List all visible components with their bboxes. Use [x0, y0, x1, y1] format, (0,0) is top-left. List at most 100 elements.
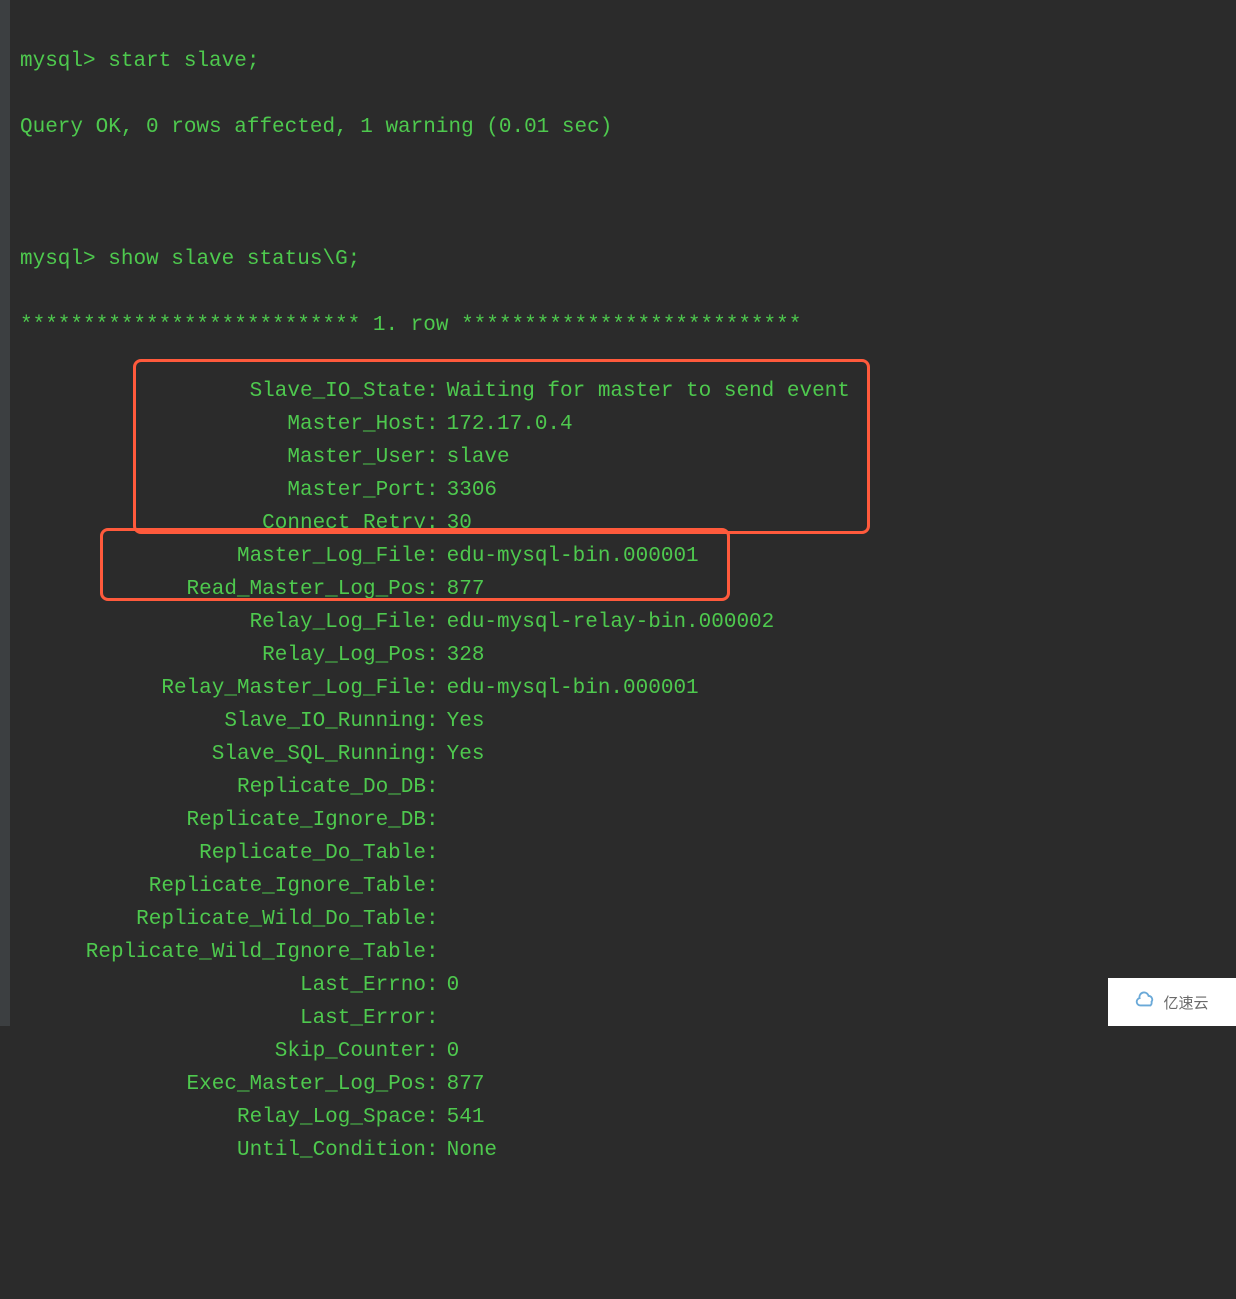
colon-separator: :: [426, 771, 439, 804]
status-label: Until_Condition: [20, 1134, 426, 1167]
status-row: Slave_IO_Running:Yes: [20, 705, 1236, 738]
status-value: Yes: [439, 738, 485, 771]
status-value: Yes: [439, 705, 485, 738]
status-label: Relay_Master_Log_File: [20, 672, 426, 705]
status-value: 3306: [439, 474, 497, 507]
status-value: 541: [439, 1101, 485, 1134]
status-row: Last_Errno:0: [20, 969, 1236, 1002]
status-label: Read_Master_Log_Pos: [20, 573, 426, 606]
status-value: 30: [439, 507, 472, 540]
status-row: Replicate_Ignore_DB:: [20, 804, 1236, 837]
status-row: Master_Port:3306: [20, 474, 1236, 507]
status-label: Last_Errno: [20, 969, 426, 1002]
status-label: Slave_SQL_Running: [20, 738, 426, 771]
status-row: Replicate_Do_Table:: [20, 837, 1236, 870]
status-label: Replicate_Do_Table: [20, 837, 426, 870]
status-row: Relay_Log_Space:541: [20, 1101, 1236, 1134]
status-row: Master_Host:172.17.0.4: [20, 408, 1236, 441]
colon-separator: :: [426, 1002, 439, 1035]
status-value: edu-mysql-relay-bin.000002: [439, 606, 775, 639]
colon-separator: :: [426, 738, 439, 771]
status-row: Read_Master_Log_Pos:877: [20, 573, 1236, 606]
status-label: Exec_Master_Log_Pos: [20, 1068, 426, 1101]
colon-separator: :: [426, 705, 439, 738]
command-show-slave-status: show slave status\G;: [108, 248, 360, 271]
status-label: Relay_Log_Pos: [20, 639, 426, 672]
row-separator: *************************** 1. row *****…: [20, 309, 1236, 342]
colon-separator: :: [426, 540, 439, 573]
status-value: 328: [439, 639, 485, 672]
blank-line: [20, 177, 1236, 210]
colon-separator: :: [426, 408, 439, 441]
colon-separator: :: [426, 474, 439, 507]
colon-separator: :: [426, 1101, 439, 1134]
colon-separator: :: [426, 672, 439, 705]
mysql-prompt: mysql>: [20, 50, 96, 73]
status-value: edu-mysql-bin.000001: [439, 540, 699, 573]
status-label: Slave_IO_Running: [20, 705, 426, 738]
status-value: None: [439, 1134, 497, 1167]
prompt-line-1: mysql> start slave;: [20, 45, 1236, 78]
status-value: edu-mysql-bin.000001: [439, 672, 699, 705]
status-label: Relay_Log_File: [20, 606, 426, 639]
status-row: Slave_SQL_Running:Yes: [20, 738, 1236, 771]
status-label: Replicate_Ignore_DB: [20, 804, 426, 837]
watermark-text: 亿速云: [1163, 992, 1208, 1013]
status-field-list: Slave_IO_State:Waiting for master to sen…: [20, 375, 1236, 1167]
status-value: 877: [439, 1068, 485, 1101]
status-row: Slave_IO_State:Waiting for master to sen…: [20, 375, 1236, 408]
colon-separator: :: [426, 639, 439, 672]
status-row: Relay_Master_Log_File:edu-mysql-bin.0000…: [20, 672, 1236, 705]
status-label: Slave_IO_State: [20, 375, 426, 408]
colon-separator: :: [426, 870, 439, 903]
status-label: Connect_Retry: [20, 507, 426, 540]
status-label: Master_Host: [20, 408, 426, 441]
status-value: 0: [439, 1035, 460, 1068]
colon-separator: :: [426, 441, 439, 474]
colon-separator: :: [426, 1134, 439, 1167]
colon-separator: :: [426, 606, 439, 639]
status-value: 0: [439, 969, 460, 1002]
colon-separator: :: [426, 936, 439, 969]
status-row: Exec_Master_Log_Pos:877: [20, 1068, 1236, 1101]
watermark-badge: 亿速云: [1108, 978, 1236, 1026]
command-start-slave: start slave;: [108, 50, 259, 73]
status-label: Master_Log_File: [20, 540, 426, 573]
colon-separator: :: [426, 573, 439, 606]
status-label: Relay_Log_Space: [20, 1101, 426, 1134]
colon-separator: :: [426, 375, 439, 408]
mysql-prompt: mysql>: [20, 248, 96, 271]
cloud-icon: [1135, 989, 1157, 1015]
status-label: Replicate_Do_DB: [20, 771, 426, 804]
colon-separator: :: [426, 969, 439, 1002]
colon-separator: :: [426, 1035, 439, 1068]
status-row: Relay_Log_Pos:328: [20, 639, 1236, 672]
status-row: Replicate_Do_DB:: [20, 771, 1236, 804]
status-row: Connect_Retry:30: [20, 507, 1236, 540]
query-result-1: Query OK, 0 rows affected, 1 warning (0.…: [20, 111, 1236, 144]
colon-separator: :: [426, 507, 439, 540]
status-value: 172.17.0.4: [439, 408, 573, 441]
status-row: Skip_Counter:0: [20, 1035, 1236, 1068]
status-row: Relay_Log_File:edu-mysql-relay-bin.00000…: [20, 606, 1236, 639]
colon-separator: :: [426, 903, 439, 936]
prompt-line-2: mysql> show slave status\G;: [20, 243, 1236, 276]
status-row: Master_Log_File:edu-mysql-bin.000001: [20, 540, 1236, 573]
status-row: Until_Condition:None: [20, 1134, 1236, 1167]
status-label: Last_Error: [20, 1002, 426, 1035]
status-row: Last_Error:: [20, 1002, 1236, 1035]
colon-separator: :: [426, 1068, 439, 1101]
status-row: Replicate_Wild_Do_Table:: [20, 903, 1236, 936]
status-value: slave: [439, 441, 510, 474]
status-value: 877: [439, 573, 485, 606]
status-label: Replicate_Wild_Do_Table: [20, 903, 426, 936]
status-label: Replicate_Ignore_Table: [20, 870, 426, 903]
status-label: Master_Port: [20, 474, 426, 507]
colon-separator: :: [426, 837, 439, 870]
status-label: Replicate_Wild_Ignore_Table: [20, 936, 426, 969]
status-label: Master_User: [20, 441, 426, 474]
colon-separator: :: [426, 804, 439, 837]
status-row: Master_User:slave: [20, 441, 1236, 474]
status-row: Replicate_Wild_Ignore_Table:: [20, 936, 1236, 969]
status-row: Replicate_Ignore_Table:: [20, 870, 1236, 903]
